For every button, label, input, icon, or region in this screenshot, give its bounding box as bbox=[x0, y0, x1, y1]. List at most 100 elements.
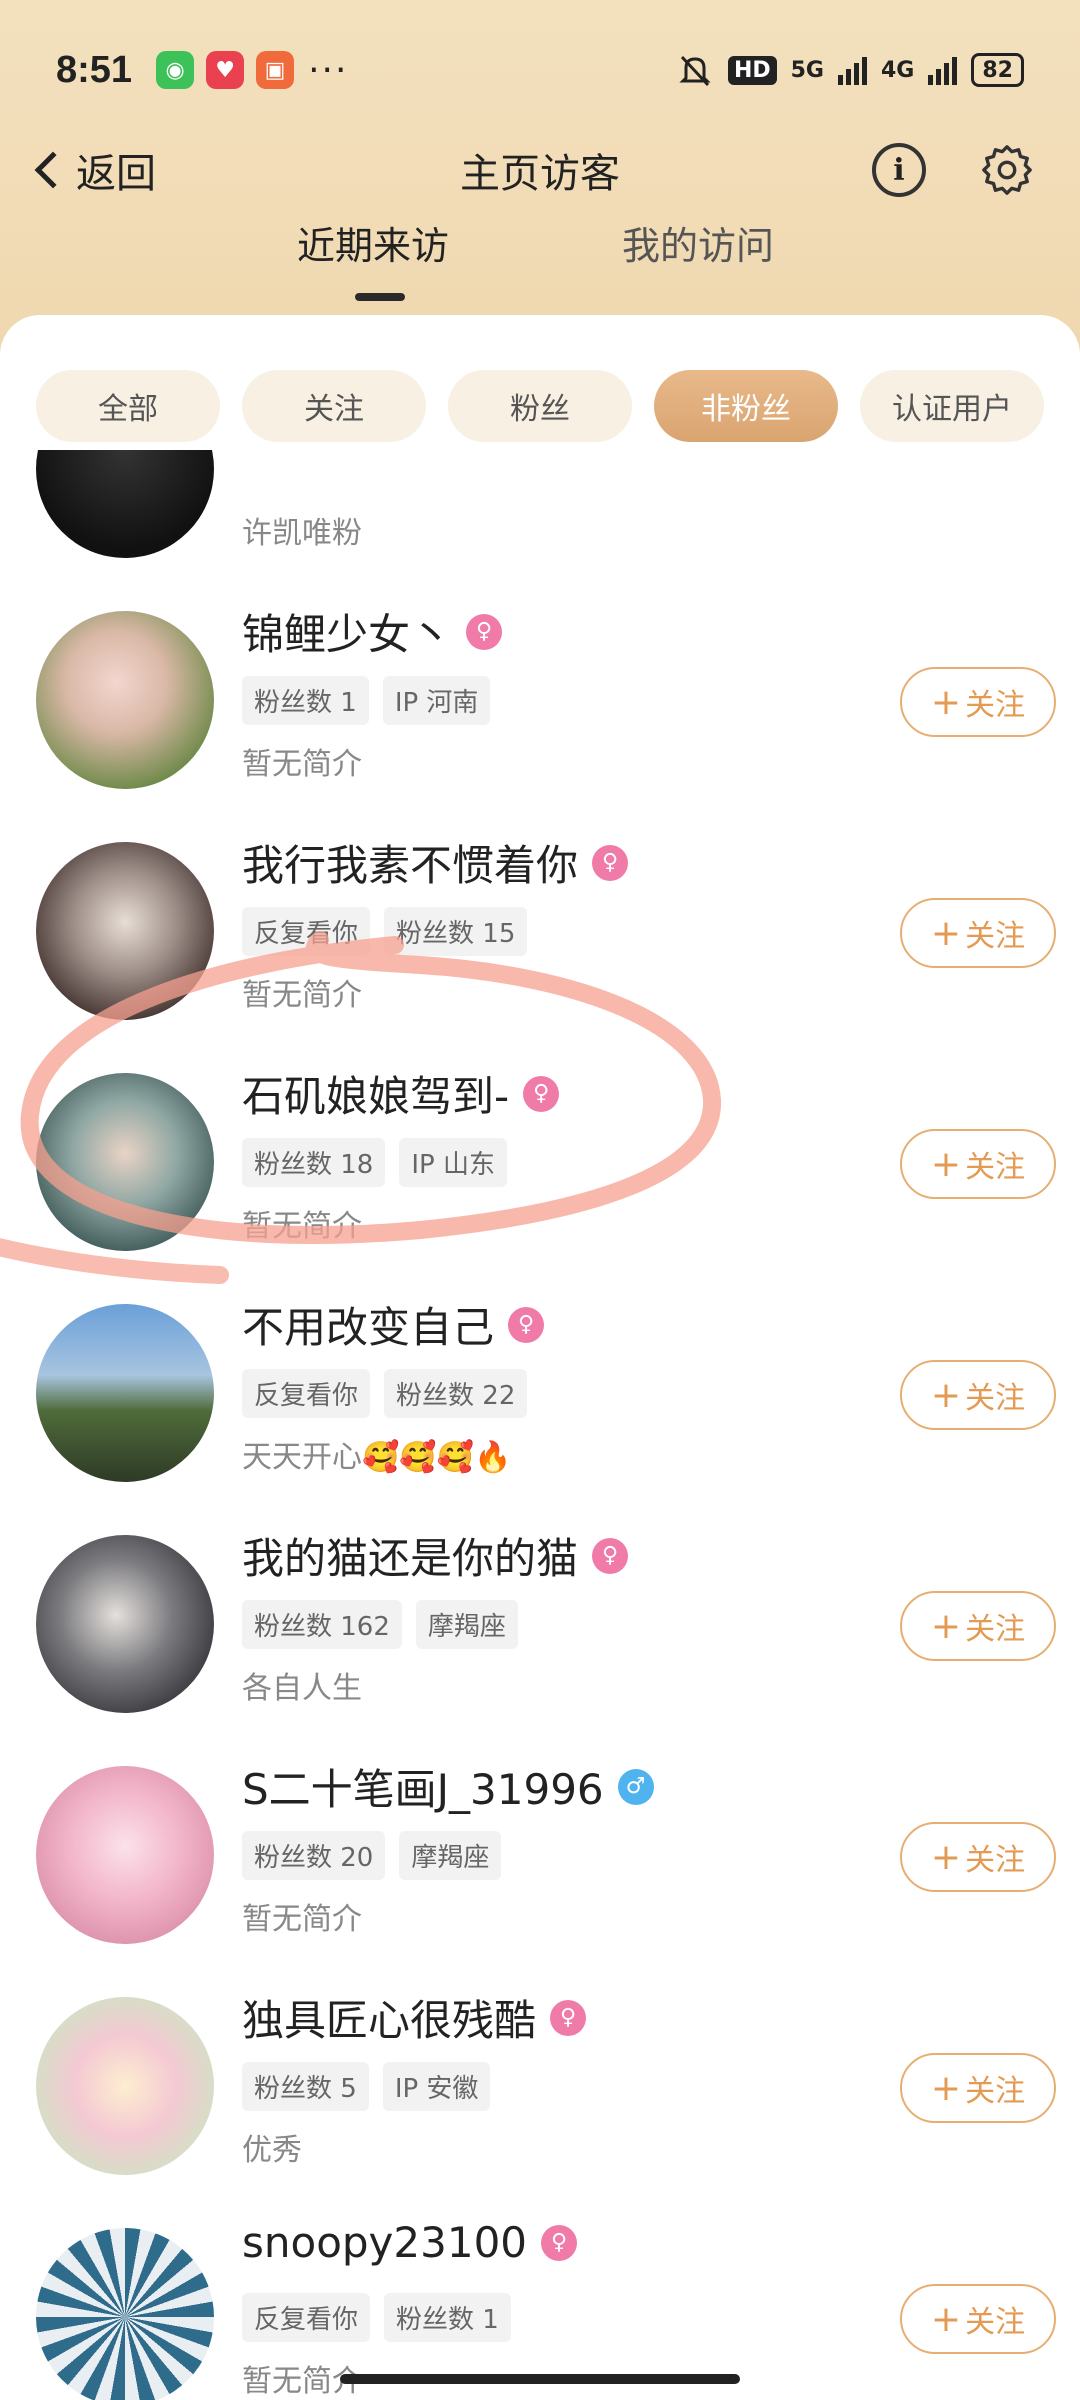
signal-icon bbox=[838, 55, 867, 85]
follow-button[interactable]: + 关注 bbox=[900, 1591, 1056, 1661]
visitor-name-row: S二十笔画J_31996 ♂ bbox=[242, 1756, 654, 1817]
female-gender-icon: ♀ bbox=[541, 2224, 578, 2261]
follow-button[interactable]: + 关注 bbox=[900, 667, 1056, 737]
visitor-name[interactable]: 我的猫还是你的猫 bbox=[242, 1525, 578, 1586]
visitor-tabs: 近期来访 我的访问 bbox=[0, 215, 1080, 305]
visitor-bio: 暂无简介 bbox=[242, 747, 362, 782]
home-indicator[interactable] bbox=[340, 2374, 740, 2384]
avatar[interactable] bbox=[36, 1073, 214, 1251]
female-gender-icon: ♀ bbox=[523, 1075, 560, 1112]
follow-label: 关注 bbox=[965, 1612, 1026, 1647]
visitor-name-row: snoopy23100 ♀ bbox=[242, 2218, 578, 2267]
visitor-name[interactable]: 锦鲤少女丶 bbox=[242, 601, 452, 662]
follow-label: 关注 bbox=[965, 1381, 1026, 1416]
follow-button[interactable]: + 关注 bbox=[900, 1129, 1056, 1199]
avatar[interactable] bbox=[36, 842, 214, 1020]
chevron-left-icon bbox=[34, 151, 72, 189]
visitor-name-row: 不用改变自己 ♀ bbox=[242, 1294, 545, 1355]
visitor-row[interactable]: 不用改变自己 ♀ 反复看你 粉丝数 22 天天开心🥰🥰🥰🔥 + 关注 bbox=[0, 1254, 1080, 1485]
visitor-tags: 粉丝数 1 IP 河南 bbox=[242, 676, 491, 725]
visitor-row[interactable]: 我的猫还是你的猫 ♀ 粉丝数 162 摩羯座 各自人生 + 关注 bbox=[0, 1485, 1080, 1716]
follow-label: 关注 bbox=[965, 2305, 1026, 2340]
plus-icon: + bbox=[930, 1374, 962, 1416]
plus-icon: + bbox=[930, 681, 962, 723]
plus-icon: + bbox=[930, 912, 962, 954]
avatar[interactable] bbox=[36, 1766, 214, 1944]
info-icon[interactable]: i bbox=[872, 143, 926, 197]
visitor-tag: 粉丝数 1 bbox=[384, 2293, 511, 2342]
visitor-bio: 优秀 bbox=[242, 2133, 302, 2168]
follow-button[interactable]: + 关注 bbox=[900, 1360, 1056, 1430]
avatar[interactable] bbox=[36, 1535, 214, 1713]
filter-verified[interactable]: 认证用户 bbox=[860, 370, 1044, 442]
app-bag-icon: ▣ bbox=[256, 51, 295, 89]
tab-my-visits[interactable]: 我的访问 bbox=[622, 215, 774, 270]
visitor-tag: 粉丝数 15 bbox=[384, 907, 528, 956]
visitor-row[interactable]: 我行我素不惯着你 ♀ 反复看你 粉丝数 15 暂无简介 + 关注 bbox=[0, 792, 1080, 1023]
visitor-bio: 许凯唯粉 bbox=[242, 516, 362, 551]
network-5g-label: 5G bbox=[790, 57, 824, 83]
visitor-tags: 粉丝数 5 IP 安徽 bbox=[242, 2062, 491, 2111]
status-time: 8:51 bbox=[56, 48, 133, 91]
avatar[interactable] bbox=[36, 2228, 214, 2400]
visitor-name[interactable]: S二十笔画J_31996 bbox=[242, 1756, 604, 1817]
status-notification-icons: ◉ ♥ ▣ bbox=[156, 51, 295, 89]
visitor-name[interactable]: snoopy23100 bbox=[242, 2218, 527, 2267]
follow-button[interactable]: + 关注 bbox=[900, 1822, 1056, 1892]
visitor-tags: 粉丝数 20 摩羯座 bbox=[242, 1831, 502, 1880]
status-bar: 8:51 ◉ ♥ ▣ ··· HD 5G 4G 82 bbox=[0, 0, 1080, 140]
follow-button[interactable]: + 关注 bbox=[900, 2284, 1056, 2354]
visitor-list[interactable]: 许凯唯粉 锦鲤少女丶 ♀ 粉丝数 1 IP 河南 暂无简介 + 关注 我行我素不惯着你 ♀ 反复看你… bbox=[0, 450, 1080, 2400]
back-label: 返回 bbox=[76, 151, 156, 197]
female-gender-icon: ♀ bbox=[466, 613, 503, 650]
avatar[interactable] bbox=[36, 1997, 214, 2175]
visitor-tags: 反复看你 粉丝数 22 bbox=[242, 1369, 528, 1418]
visitor-bio: 暂无简介 bbox=[242, 1209, 362, 1244]
visitor-name-row: 锦鲤少女丶 ♀ bbox=[242, 601, 503, 662]
visitor-tag: 粉丝数 1 bbox=[242, 676, 369, 725]
female-gender-icon: ♀ bbox=[592, 1537, 629, 1574]
visitor-name[interactable]: 石矶娘娘驾到- bbox=[242, 1063, 509, 1124]
visitor-name-row: 我的猫还是你的猫 ♀ bbox=[242, 1525, 629, 1586]
content-sheet: 全部 关注 粉丝 非粉丝 认证用户 许凯唯粉锦鲤少女丶 ♀ 粉丝数 1 IP 河南暂无… bbox=[0, 315, 1080, 2400]
visitor-row[interactable]: 石矶娘娘驾到- ♀ 粉丝数 18 IP 山东 暂无简介 + 关注 bbox=[0, 1023, 1080, 1254]
visitor-row[interactable]: 许凯唯粉 bbox=[0, 450, 1080, 561]
network-4g-label: 4G bbox=[881, 57, 915, 83]
hd-badge: HD bbox=[727, 55, 777, 85]
avatar[interactable] bbox=[36, 611, 214, 789]
status-indicators: HD 5G 4G 82 bbox=[676, 51, 1024, 89]
avatar[interactable] bbox=[36, 450, 214, 558]
back-button[interactable]: 返回 bbox=[28, 141, 156, 199]
visitor-name[interactable]: 不用改变自己 bbox=[242, 1294, 494, 1355]
follow-button[interactable]: + 关注 bbox=[900, 898, 1056, 968]
visitor-name-row: 我行我素不惯着你 ♀ bbox=[242, 832, 629, 893]
visitor-tag: 粉丝数 5 bbox=[242, 2062, 369, 2111]
avatar[interactable] bbox=[36, 1304, 214, 1482]
visitor-row[interactable]: S二十笔画J_31996 ♂ 粉丝数 20 摩羯座 暂无简介 + 关注 bbox=[0, 1716, 1080, 1947]
filter-all[interactable]: 全部 bbox=[36, 370, 220, 442]
female-gender-icon: ♀ bbox=[508, 1306, 545, 1343]
nav-header: 返回 主页访客 i bbox=[0, 120, 1080, 220]
tab-indicator bbox=[355, 293, 405, 301]
wechat-icon: ◉ bbox=[156, 51, 195, 89]
gear-icon[interactable] bbox=[980, 143, 1034, 197]
visitor-row[interactable]: snoopy23100 ♀ 反复看你 粉丝数 1 暂无简介 + 关注 bbox=[0, 2178, 1080, 2400]
filter-fans[interactable]: 粉丝 bbox=[448, 370, 632, 442]
visitor-tag: 摩羯座 bbox=[415, 1600, 518, 1649]
visitor-bio: 天天开心🥰🥰🥰🔥 bbox=[242, 1440, 512, 1475]
filter-following[interactable]: 关注 bbox=[242, 370, 426, 442]
follow-button[interactable]: + 关注 bbox=[900, 2053, 1056, 2123]
more-notifications-icon: ··· bbox=[308, 49, 349, 91]
app-heart-icon: ♥ bbox=[206, 51, 245, 89]
visitor-name-row: 独具匠心很残酷 ♀ bbox=[242, 1987, 587, 2048]
filter-non-fans[interactable]: 非粉丝 bbox=[654, 370, 838, 442]
visitor-name[interactable]: 独具匠心很残酷 bbox=[242, 1987, 536, 2048]
visitor-tag: IP 安徽 bbox=[382, 2062, 491, 2111]
visitor-row[interactable]: 独具匠心很残酷 ♀ 粉丝数 5 IP 安徽优秀 + 关注 bbox=[0, 1947, 1080, 2178]
visitor-row[interactable]: 锦鲤少女丶 ♀ 粉丝数 1 IP 河南暂无简介 + 关注 bbox=[0, 561, 1080, 792]
filter-chips: 全部 关注 粉丝 非粉丝 认证用户 bbox=[36, 370, 1044, 442]
tab-recent-visitors[interactable]: 近期来访 bbox=[297, 215, 449, 270]
battery-icon: 82 bbox=[971, 53, 1024, 87]
visitor-name[interactable]: 我行我素不惯着你 bbox=[242, 832, 578, 893]
visitor-tag: IP 山东 bbox=[399, 1138, 507, 1187]
